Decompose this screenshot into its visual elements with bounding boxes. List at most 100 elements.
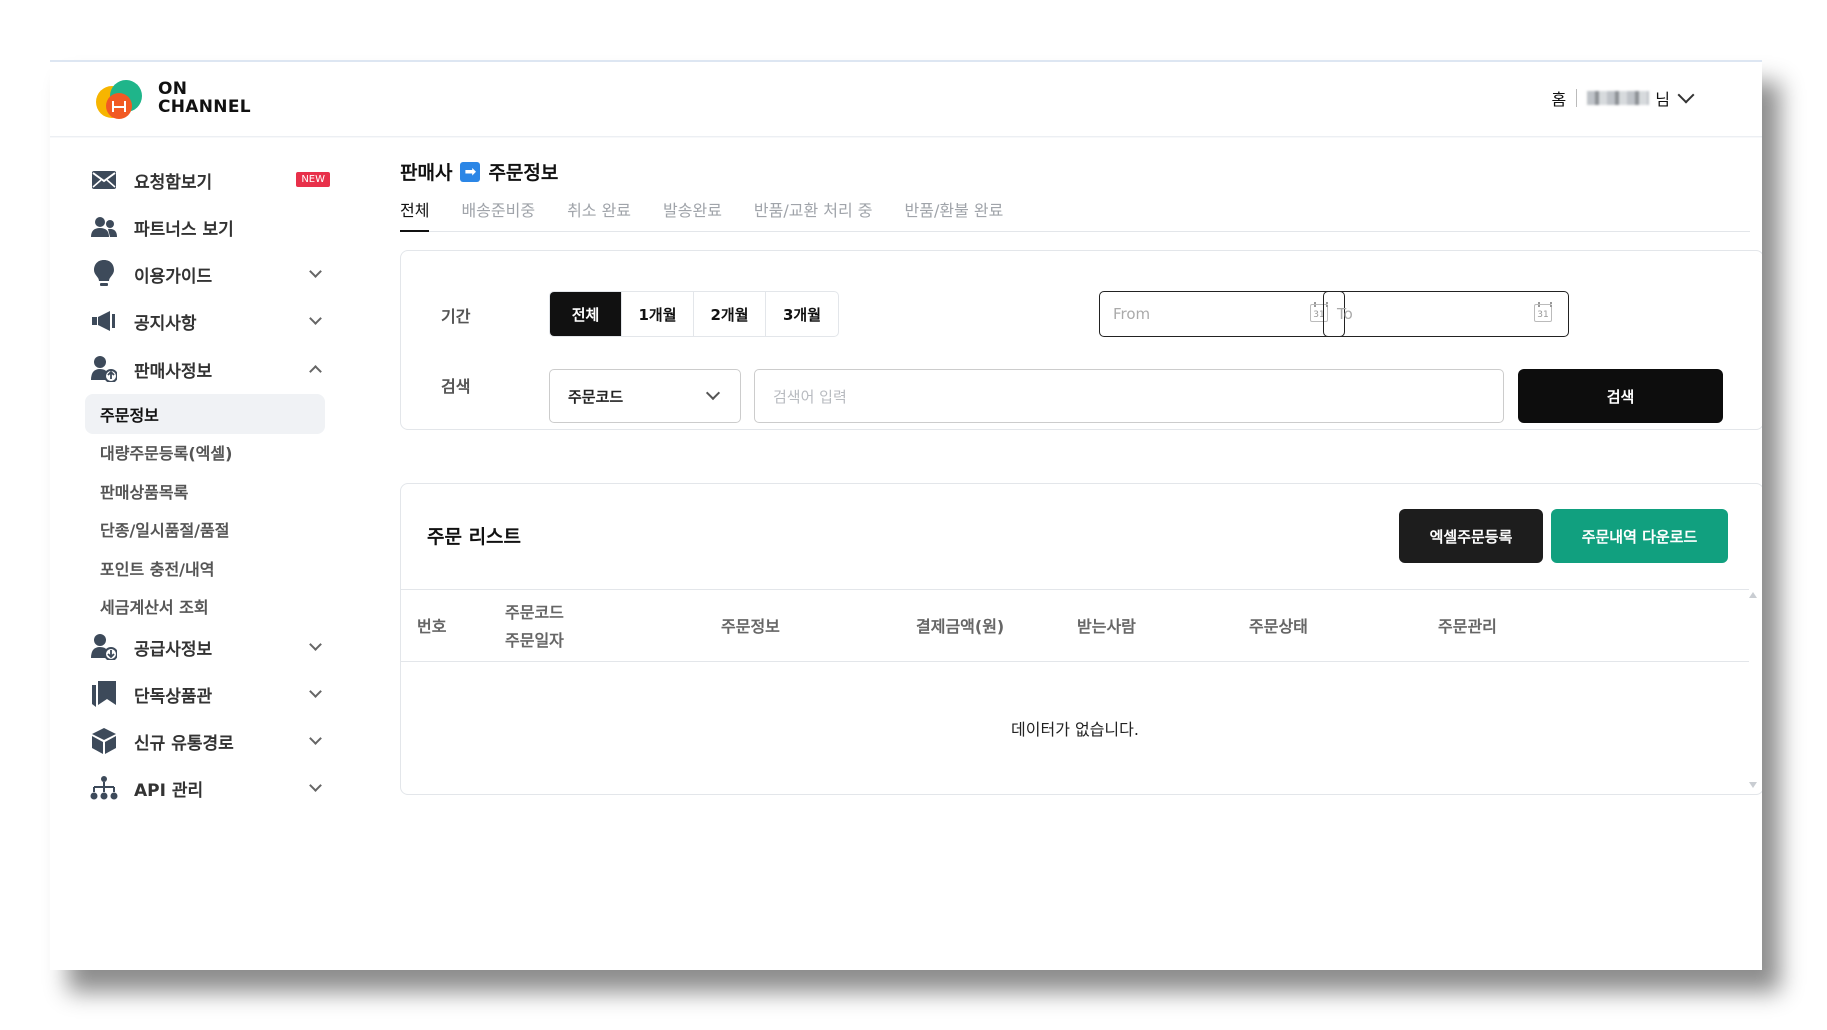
col-payment: 결제금액(원) [916, 590, 1004, 663]
period-1month-button[interactable]: 1개월 [622, 292, 694, 336]
submenu-discontinued[interactable]: 단종/일시품절/품절 [85, 509, 325, 549]
date-to-input[interactable]: To 31 [1323, 291, 1569, 337]
tab-preparing[interactable]: 배송준비중 [461, 198, 535, 232]
calendar-icon[interactable]: 31 [1534, 302, 1552, 322]
date-from-placeholder: From [1113, 305, 1151, 323]
sidebar-item-label: 판매사정보 [134, 361, 213, 382]
sidebar-item-label: 단독상품관 [134, 686, 213, 707]
sidebar-item-label: API 관리 [134, 780, 204, 801]
col-number-label: 번호 [417, 616, 447, 636]
empty-message: 데이터가 없습니다. [1011, 720, 1139, 739]
sidebar-item-label: 이용가이드 [134, 266, 213, 287]
sidebar-item-api[interactable]: API 관리 [90, 773, 330, 803]
supplier-icon [90, 633, 118, 661]
chevron-down-icon[interactable] [1677, 86, 1695, 104]
breadcrumb: 판매사 ➡ 주문정보 [400, 158, 558, 185]
scroll-up-arrow[interactable] [1749, 592, 1757, 598]
brand-line2: CHANNEL [158, 97, 251, 117]
date-from-input[interactable]: From 31 [1099, 291, 1345, 337]
chevron-down-icon [309, 638, 322, 651]
tab-shipped[interactable]: 발송완료 [663, 198, 722, 232]
sidebar-item-guide[interactable]: 이용가이드 [90, 259, 330, 289]
user-menu[interactable]: 홈 님 [1552, 86, 1695, 110]
box-icon [90, 727, 118, 755]
sidebar-item-supplier-info[interactable]: 공급사정보 [90, 632, 330, 662]
submenu-tax-invoice[interactable]: 세금계산서 조회 [85, 586, 325, 626]
search-type-select[interactable]: 주문코드 [549, 369, 741, 423]
sidebar-item-exclusive[interactable]: 단독상품관 [90, 679, 330, 709]
tab-return-refund[interactable]: 반품/환불 완료 [905, 198, 1004, 232]
divider [1576, 89, 1578, 107]
chevron-down-icon [309, 779, 322, 792]
sitemap-icon [90, 774, 118, 802]
brand-name: ON CHANNEL [158, 80, 251, 116]
app-window: ON CHANNEL 홈 님 요청함보기 NEW 파트너스 보기 이용가이드 공… [50, 60, 1762, 970]
search-label: 검색 [441, 377, 471, 396]
tab-return-exchange[interactable]: 반품/교환 처리 중 [754, 198, 873, 232]
user-suffix: 님 [1655, 90, 1670, 109]
col-order-code-label: 주문코드 [505, 602, 564, 622]
sidebar-item-label: 공지사항 [134, 313, 197, 334]
period-label: 기간 [441, 307, 471, 326]
breadcrumb-parent: 판매사 [400, 162, 453, 184]
tab-cancelled[interactable]: 취소 완료 [567, 198, 631, 232]
lightbulb-icon [90, 260, 118, 288]
sidebar-item-new-channel[interactable]: 신규 유통경로 [90, 726, 330, 756]
tab-all[interactable]: 전체 [400, 198, 430, 232]
submenu-points[interactable]: 포인트 충전/내역 [85, 548, 325, 588]
col-recipient-label: 받는사람 [1077, 616, 1136, 636]
col-recipient: 받는사람 [1077, 590, 1136, 663]
col-manage: 주문관리 [1438, 590, 1497, 663]
order-list-panel: 주문 리스트 엑셀주문등록 주문내역 다운로드 번호 주문코드 주문일자 주문정… [400, 483, 1762, 795]
submenu-product-list[interactable]: 판매상품목록 [85, 471, 325, 511]
submenu-order-info[interactable]: 주문정보 [85, 394, 325, 434]
users-icon [90, 213, 118, 241]
date-to-placeholder: To [1337, 305, 1353, 323]
order-list-title: 주문 리스트 [427, 526, 522, 548]
sidebar-item-label: 공급사정보 [134, 639, 213, 660]
sidebar-item-label: 파트너스 보기 [134, 219, 234, 240]
brand-line1: ON [158, 79, 188, 99]
search-type-value: 주문코드 [568, 387, 624, 406]
search-input[interactable]: 검색어 입력 [754, 369, 1504, 423]
col-number: 번호 [417, 590, 446, 663]
period-selector: 전체 1개월 2개월 3개월 [549, 291, 839, 337]
new-badge: NEW [296, 172, 330, 187]
col-order-info: 주문정보 [721, 590, 780, 663]
chevron-down-icon [309, 265, 322, 278]
sidebar-item-requests[interactable]: 요청함보기 NEW [90, 165, 330, 195]
sidebar: 요청함보기 NEW 파트너스 보기 이용가이드 공지사항 판매사정보 주문정보 … [50, 138, 350, 970]
col-order-info-label: 주문정보 [721, 616, 780, 636]
home-link[interactable]: 홈 [1552, 86, 1567, 110]
sidebar-item-seller-info[interactable]: 판매사정보 [90, 354, 330, 384]
period-2month-button[interactable]: 2개월 [694, 292, 766, 336]
submenu-bulk-order[interactable]: 대량주문등록(엑셀) [85, 432, 325, 472]
sidebar-item-notice[interactable]: 공지사항 [90, 306, 330, 336]
arrow-right-icon: ➡ [460, 161, 481, 182]
col-status-label: 주문상태 [1249, 616, 1308, 636]
scroll-down-arrow[interactable] [1749, 782, 1757, 788]
period-all-button[interactable]: 전체 [550, 292, 622, 336]
period-3month-button[interactable]: 3개월 [766, 292, 838, 336]
sidebar-item-label: 요청함보기 [134, 172, 213, 193]
top-header: ON CHANNEL 홈 님 [50, 62, 1762, 137]
order-download-button[interactable]: 주문내역 다운로드 [1551, 509, 1728, 563]
col-status: 주문상태 [1249, 590, 1308, 663]
col-payment-label: 결제금액(원) [916, 616, 1005, 636]
logo-mark-icon [92, 76, 150, 120]
user-name-redacted [1587, 91, 1650, 105]
sidebar-item-partners[interactable]: 파트너스 보기 [90, 212, 330, 242]
excel-order-register-button[interactable]: 엑셀주문등록 [1399, 509, 1543, 563]
filter-panel: 기간 전체 1개월 2개월 3개월 From 31 To 31 검색 주문코드 … [400, 250, 1762, 430]
search-button[interactable]: 검색 [1518, 369, 1723, 423]
breadcrumb-current: 주문정보 [488, 162, 559, 184]
brand-logo[interactable]: ON CHANNEL [92, 76, 251, 120]
bookmark-icon [90, 680, 118, 708]
chevron-down-icon [309, 685, 322, 698]
col-order-code-date: 주문코드 주문일자 [505, 590, 564, 663]
chevron-down-icon [705, 385, 721, 401]
col-manage-label: 주문관리 [1438, 616, 1497, 636]
megaphone-icon [90, 307, 118, 335]
sidebar-item-label: 신규 유통경로 [134, 733, 234, 754]
status-tabs: 전체 배송준비중 취소 완료 발송완료 반품/교환 처리 중 반품/환불 완료 [400, 198, 1750, 232]
